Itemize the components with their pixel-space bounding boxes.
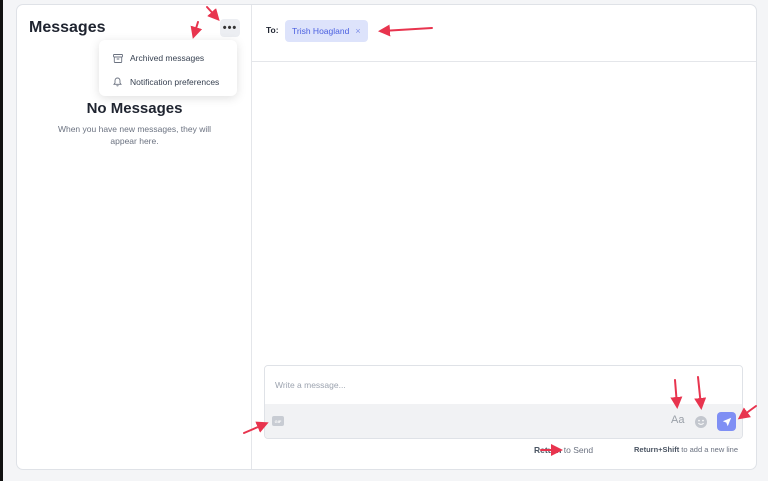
composer-toolbar: GIF Aa (265, 404, 742, 438)
remove-recipient-icon[interactable]: × (355, 26, 360, 36)
send-icon (722, 417, 731, 426)
message-input[interactable] (265, 366, 742, 404)
recipient-name: Trish Hoagland (292, 26, 350, 36)
empty-state-title: No Messages (86, 100, 183, 117)
options-dropdown: Archived messages Notification preferenc… (99, 40, 237, 96)
message-composer: GIF Aa (264, 365, 743, 439)
shift-key-label: Return+Shift (634, 445, 680, 454)
window-edge (0, 0, 3, 481)
send-hint: Return to Send (534, 445, 593, 455)
menu-item-label: Archived messages (130, 53, 205, 63)
conversation-panel: To: Trish Hoagland × GIF Aa (252, 5, 756, 469)
recipient-bar: To: Trish Hoagland × (252, 5, 756, 62)
bell-icon (113, 77, 124, 87)
menu-item-archived-messages[interactable]: Archived messages (99, 46, 237, 70)
archive-icon (113, 53, 124, 63)
return-key-label: Return (534, 445, 562, 455)
return-hint-text: to Send (561, 445, 594, 455)
newline-hint-text: to add a new line (679, 445, 739, 454)
sidebar-title: Messages (29, 19, 106, 36)
sidebar: Messages ••• Archived messages Notificat… (17, 5, 252, 469)
to-label: To: (266, 25, 279, 35)
messages-window: Messages ••• Archived messages Notificat… (16, 4, 757, 470)
menu-item-label: Notification preferences (130, 77, 220, 87)
menu-item-notification-preferences[interactable]: Notification preferences (99, 70, 237, 94)
newline-hint: Return+Shift to add a new line (634, 445, 738, 454)
gif-button[interactable]: GIF (272, 416, 284, 426)
emoji-icon[interactable] (694, 415, 708, 429)
send-button[interactable] (717, 412, 736, 431)
recipient-chip[interactable]: Trish Hoagland × (285, 20, 368, 42)
empty-state-description: When you have new messages, they will ap… (57, 124, 212, 146)
more-options-button[interactable]: ••• (220, 19, 240, 37)
text-format-button[interactable]: Aa (671, 414, 684, 426)
